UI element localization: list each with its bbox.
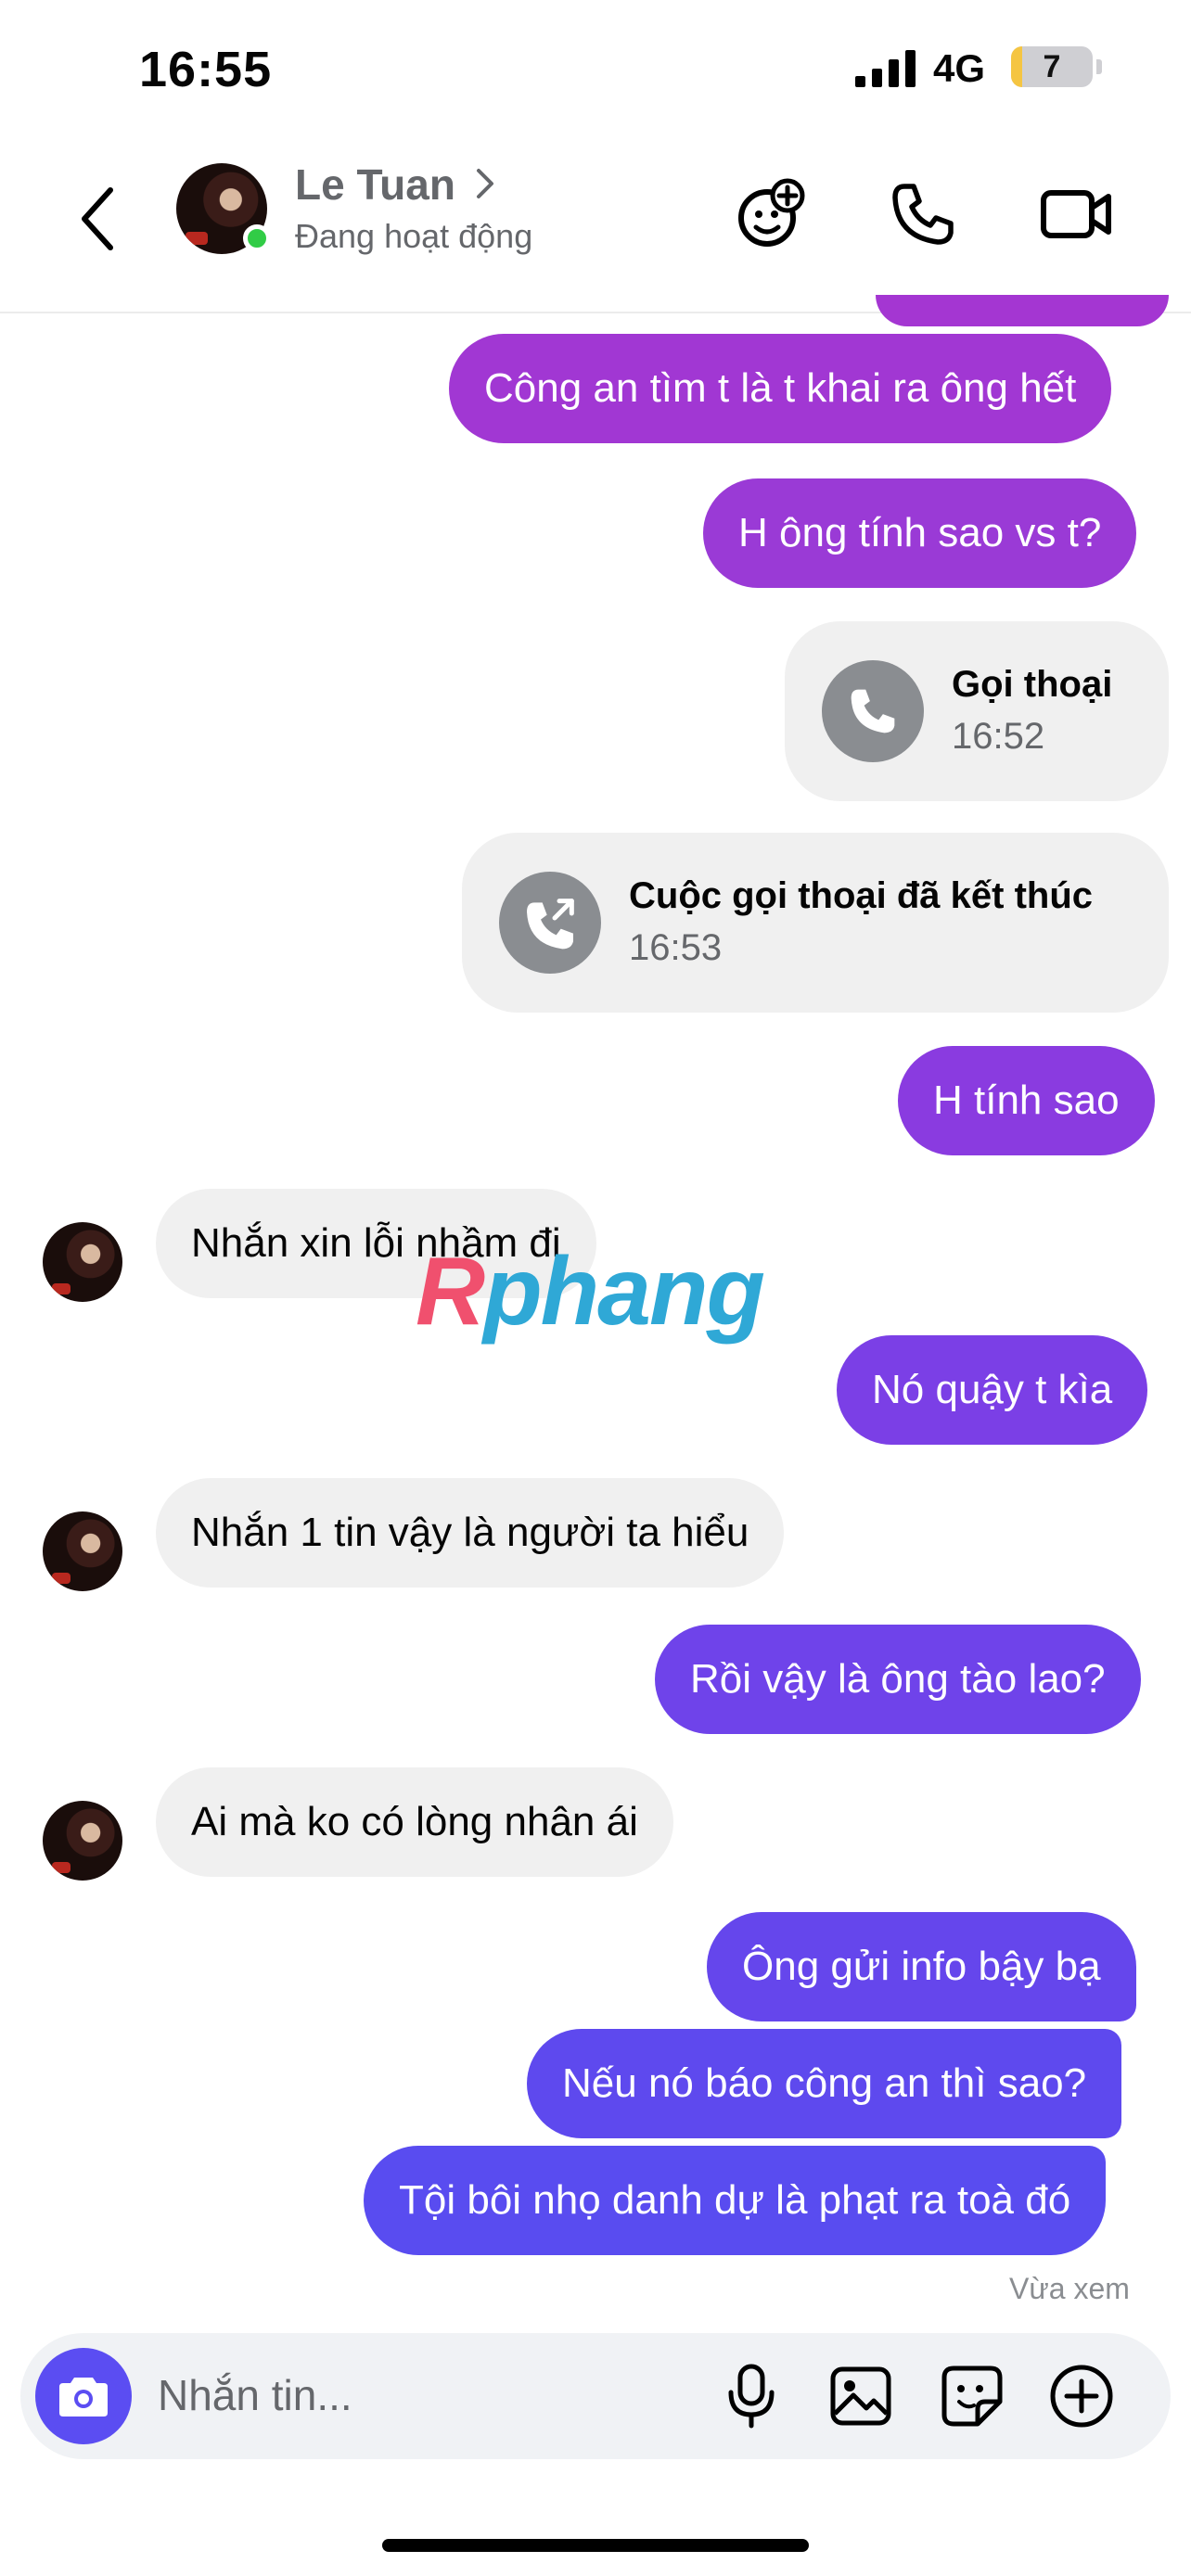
call-card[interactable]: Cuộc gọi thoại đã kết thúc 16:53	[462, 833, 1169, 1013]
image-icon	[830, 2366, 891, 2426]
plus-icon	[1050, 2365, 1113, 2428]
battery-tip	[1096, 59, 1102, 74]
sender-avatar[interactable]	[43, 1222, 122, 1302]
microphone-icon	[728, 2364, 775, 2429]
voice-call-button[interactable]	[881, 172, 965, 256]
sticker-button[interactable]	[933, 2357, 1011, 2435]
message-composer: Nhắn tin...	[20, 2333, 1171, 2459]
back-button[interactable]	[65, 172, 130, 265]
camera-button[interactable]	[35, 2348, 132, 2444]
chevron-right-icon	[477, 169, 493, 198]
message-input[interactable]: Nhắn tin...	[158, 2370, 352, 2420]
seen-indicator: Vừa xem	[1009, 2272, 1130, 2305]
call-title: Cuộc gọi thoại đã kết thúc	[629, 875, 1094, 916]
call-title: Gọi thoại	[952, 664, 1113, 705]
message-bubble-outgoing[interactable]: Tội bôi nhọ danh dự là phạt ra toà đó	[364, 2146, 1107, 2255]
gallery-button[interactable]	[822, 2357, 900, 2435]
sticker-icon	[941, 2366, 1003, 2427]
home-indicator	[382, 2539, 809, 2552]
watermark-logo: Rphang	[416, 1237, 765, 1347]
message-bubble-outgoing[interactable]: Rồi vậy là ông tào lao?	[655, 1625, 1141, 1734]
status-time: 16:55	[139, 42, 273, 97]
call-card[interactable]: Gọi thoại 16:52	[785, 621, 1169, 801]
message-bubble-incoming[interactable]: Ai mà ko có lòng nhân ái	[156, 1767, 673, 1877]
call-time: 16:52	[952, 716, 1045, 757]
call-time: 16:53	[629, 927, 723, 968]
contact-name[interactable]: Le Tuan	[295, 159, 455, 210]
watermark-first: R	[416, 1238, 485, 1345]
chat-header: Le Tuan Đang hoạt động	[0, 139, 1191, 313]
previous-message-edge	[876, 295, 1169, 326]
contact-avatar[interactable]	[176, 163, 271, 254]
more-options-button[interactable]	[1043, 2357, 1121, 2435]
online-indicator	[243, 224, 271, 252]
network-type: 4G	[933, 46, 986, 90]
signal-icon	[855, 50, 916, 87]
message-bubble-outgoing[interactable]: Công an tìm t là t khai ra ông hết	[449, 334, 1112, 443]
add-emoji-icon	[738, 178, 805, 247]
camera-icon	[59, 2378, 108, 2417]
message-bubble-outgoing[interactable]: H ông tính sao vs t?	[703, 478, 1137, 588]
phone-icon	[851, 689, 895, 733]
video-call-button[interactable]	[1035, 172, 1119, 256]
contact-status: Đang hoạt động	[295, 217, 533, 255]
watermark-rest: phang	[483, 1238, 765, 1345]
video-icon	[1041, 190, 1111, 238]
battery-icon: 7	[1011, 46, 1093, 87]
back-arrow-icon	[82, 187, 113, 250]
message-bubble-outgoing[interactable]: Ông gửi info bậy bạ	[707, 1912, 1136, 2021]
call-ended-icon	[527, 899, 574, 950]
message-bubble-outgoing[interactable]: Nó quậy t kìa	[837, 1335, 1148, 1445]
message-bubble-outgoing[interactable]: Nếu nó báo công an thì sao?	[527, 2029, 1122, 2138]
status-bar: 16:55 4G 7	[0, 0, 1191, 139]
battery-level: 7	[1043, 49, 1061, 84]
phone-icon	[892, 184, 954, 245]
add-emoji-button[interactable]	[729, 172, 813, 256]
message-bubble-outgoing[interactable]: H tính sao	[898, 1046, 1155, 1155]
sender-avatar[interactable]	[43, 1511, 122, 1591]
message-bubble-incoming[interactable]: Nhắn 1 tin vậy là người ta hiểu	[156, 1478, 785, 1588]
sender-avatar[interactable]	[43, 1801, 122, 1881]
call-icon-circle	[822, 660, 924, 762]
voice-message-button[interactable]	[712, 2357, 790, 2435]
call-icon-circle	[499, 872, 601, 974]
